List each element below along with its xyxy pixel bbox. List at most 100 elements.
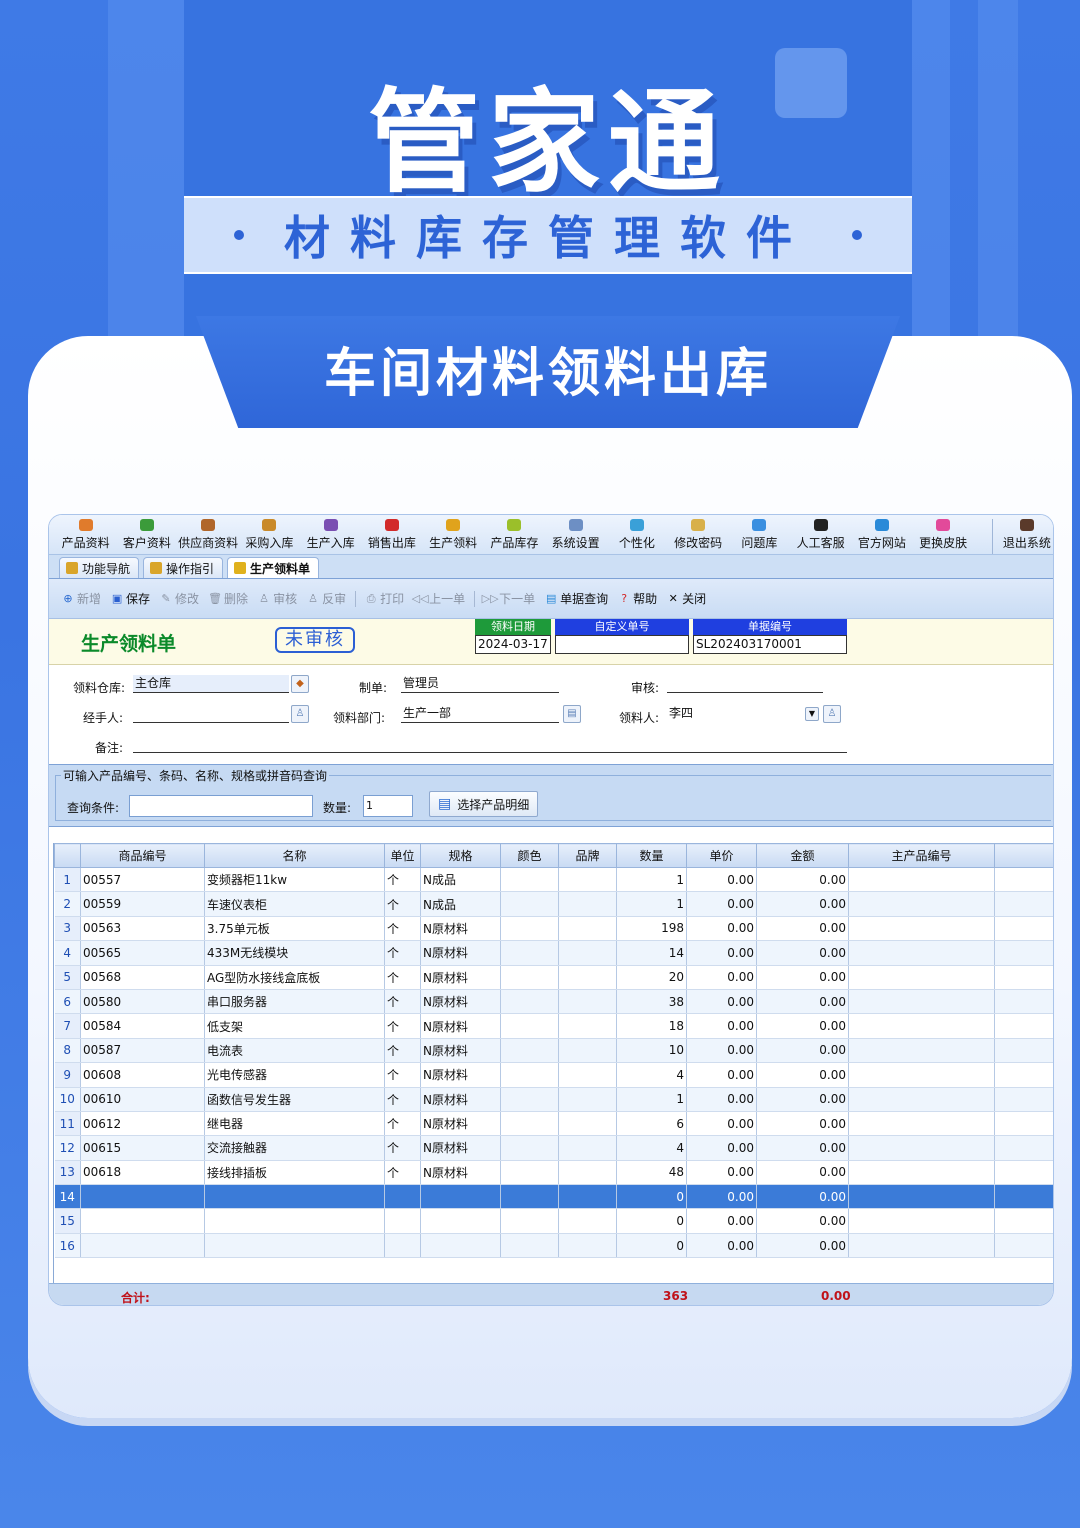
table-cell[interactable] bbox=[558, 1208, 617, 1234]
table-cell[interactable]: 0.00 bbox=[756, 1013, 849, 1039]
table-cell[interactable]: 接线排插板 bbox=[204, 1160, 385, 1186]
table-row[interactable]: 15 0 0.00 0.00 bbox=[54, 1208, 1053, 1234]
table-cell[interactable] bbox=[558, 1160, 617, 1186]
column-header[interactable] bbox=[994, 843, 1053, 868]
table-cell[interactable]: 00565 bbox=[80, 940, 205, 966]
table-cell[interactable]: N原材料 bbox=[420, 1013, 501, 1039]
table-cell[interactable] bbox=[994, 1160, 1053, 1186]
table-cell[interactable]: N原材料 bbox=[420, 965, 501, 990]
table-cell[interactable] bbox=[558, 1062, 617, 1088]
table-cell[interactable] bbox=[558, 1111, 617, 1137]
table-cell[interactable] bbox=[558, 940, 617, 966]
qty-input[interactable]: 1 bbox=[363, 795, 413, 817]
menu-item-skin[interactable]: 更换皮肤 bbox=[913, 519, 974, 554]
table-cell[interactable]: 0.00 bbox=[686, 1111, 757, 1137]
table-cell[interactable]: 14 bbox=[616, 940, 687, 966]
table-cell[interactable]: 0.00 bbox=[686, 1208, 757, 1234]
table-row[interactable]: 3 00563 3.75单元板个 N原材料 198 0.00 0.00 bbox=[54, 916, 1053, 942]
table-cell[interactable]: 0.00 bbox=[686, 1160, 757, 1186]
menu-item-suppliers[interactable]: 供应商资料 bbox=[178, 519, 239, 554]
column-header[interactable]: 主产品编号 bbox=[848, 843, 995, 868]
table-cell[interactable] bbox=[848, 1135, 995, 1161]
table-cell[interactable]: N原材料 bbox=[420, 1087, 501, 1112]
column-header[interactable] bbox=[54, 843, 81, 868]
table-cell[interactable] bbox=[500, 1184, 559, 1210]
table-cell[interactable]: 00610 bbox=[80, 1087, 205, 1112]
doc-no-field[interactable]: SL202403170001 bbox=[693, 635, 847, 654]
menu-item-material-requisition[interactable]: 生产领料 bbox=[423, 519, 484, 554]
table-cell[interactable]: 串口服务器 bbox=[204, 989, 385, 1015]
dept-field[interactable]: 生产一部 bbox=[401, 705, 559, 723]
table-cell[interactable]: 个 bbox=[384, 1038, 421, 1064]
delete-button[interactable]: 🗑 删除 bbox=[206, 590, 251, 607]
table-cell[interactable] bbox=[384, 1233, 421, 1259]
table-cell[interactable]: 00612 bbox=[80, 1111, 205, 1137]
menu-item-faq[interactable]: 问题库 bbox=[729, 519, 790, 554]
table-row[interactable]: 8 00587 电流表个 N原材料 10 0.00 0.00 bbox=[54, 1038, 1053, 1064]
menu-item-personalize[interactable]: 个性化 bbox=[606, 519, 667, 554]
table-row[interactable]: 6 00580 串口服务器个 N原材料 38 0.00 0.00 bbox=[54, 989, 1053, 1015]
table-row[interactable]: 2 00559 车速仪表柜个 N成品 1 0.00 0.00 bbox=[54, 891, 1053, 917]
select-products-button[interactable]: ▤ 选择产品明细 bbox=[429, 791, 539, 817]
table-cell[interactable]: 1 bbox=[616, 867, 687, 893]
table-cell[interactable]: 0.00 bbox=[756, 867, 849, 893]
table-cell[interactable] bbox=[994, 940, 1053, 966]
table-row[interactable]: 16 0 0.00 0.00 bbox=[54, 1233, 1053, 1259]
table-cell[interactable] bbox=[848, 1062, 995, 1088]
menu-item-website[interactable]: 官方网站 bbox=[851, 519, 912, 554]
table-cell[interactable] bbox=[500, 1013, 559, 1039]
edit-button[interactable]: ✎ 修改 bbox=[157, 590, 202, 607]
table-cell[interactable] bbox=[848, 916, 995, 942]
table-cell[interactable]: 0 bbox=[616, 1184, 687, 1210]
save-button[interactable]: ▣ 保存 bbox=[108, 590, 153, 607]
table-row[interactable]: 10 00610 函数信号发生器个 N原材料 1 0.00 0.00 bbox=[54, 1087, 1053, 1112]
table-cell[interactable] bbox=[848, 1013, 995, 1039]
table-cell[interactable]: N成品 bbox=[420, 867, 501, 893]
table-cell[interactable] bbox=[994, 1062, 1053, 1088]
table-cell[interactable] bbox=[500, 1233, 559, 1259]
table-cell[interactable]: 个 bbox=[384, 940, 421, 966]
menu-item-settings[interactable]: 系统设置 bbox=[545, 519, 606, 554]
menu-item-support[interactable]: 人工客服 bbox=[790, 519, 851, 554]
table-cell[interactable] bbox=[500, 965, 559, 990]
table-cell[interactable] bbox=[848, 1208, 995, 1234]
column-header[interactable]: 名称 bbox=[204, 843, 385, 868]
table-cell[interactable] bbox=[994, 989, 1053, 1015]
table-cell[interactable] bbox=[848, 867, 995, 893]
table-cell[interactable]: AG型防水接线盒底板 bbox=[204, 965, 385, 990]
plus-button[interactable]: ⊕ 新增 bbox=[59, 590, 104, 607]
table-cell[interactable]: 0.00 bbox=[686, 1087, 757, 1112]
table-cell[interactable]: 0.00 bbox=[756, 1062, 849, 1088]
maker-field[interactable]: 管理员 bbox=[401, 675, 559, 693]
table-cell[interactable]: 0.00 bbox=[756, 965, 849, 990]
table-row[interactable]: 12 00615 交流接触器个 N原材料 4 0.00 0.00 bbox=[54, 1135, 1053, 1161]
table-cell[interactable]: 0.00 bbox=[686, 1233, 757, 1259]
table-cell[interactable]: 0.00 bbox=[756, 1208, 849, 1234]
table-cell[interactable] bbox=[994, 1038, 1053, 1064]
table-cell[interactable]: N成品 bbox=[420, 891, 501, 917]
table-cell[interactable] bbox=[558, 1013, 617, 1039]
prev-button[interactable]: ◁◁ 上一单 bbox=[411, 590, 468, 607]
table-cell[interactable] bbox=[500, 1038, 559, 1064]
receiver-picker-icon[interactable]: ♙ bbox=[823, 705, 841, 723]
table-cell[interactable]: 433M无线模块 bbox=[204, 940, 385, 966]
table-cell[interactable]: 0.00 bbox=[686, 1062, 757, 1088]
warehouse-field[interactable]: 主仓库 bbox=[133, 675, 289, 693]
table-cell[interactable] bbox=[994, 916, 1053, 942]
table-cell[interactable]: 0.00 bbox=[686, 1013, 757, 1039]
table-cell[interactable]: 0.00 bbox=[756, 1087, 849, 1112]
table-cell[interactable]: 00608 bbox=[80, 1062, 205, 1088]
table-cell[interactable] bbox=[500, 1160, 559, 1186]
table-cell[interactable]: 0.00 bbox=[686, 867, 757, 893]
table-cell[interactable]: 个 bbox=[384, 1111, 421, 1137]
table-cell[interactable] bbox=[500, 1135, 559, 1161]
table-cell[interactable] bbox=[420, 1184, 501, 1210]
menu-item-production-in[interactable]: 生产入库 bbox=[300, 519, 361, 554]
table-cell[interactable]: 1 bbox=[616, 1087, 687, 1112]
table-cell[interactable]: 个 bbox=[384, 1062, 421, 1088]
table-cell[interactable]: 变频器柜11kw bbox=[204, 867, 385, 893]
table-cell[interactable] bbox=[994, 1013, 1053, 1039]
table-cell[interactable]: 个 bbox=[384, 1160, 421, 1186]
table-cell[interactable] bbox=[558, 1135, 617, 1161]
table-cell[interactable]: 4 bbox=[616, 1135, 687, 1161]
